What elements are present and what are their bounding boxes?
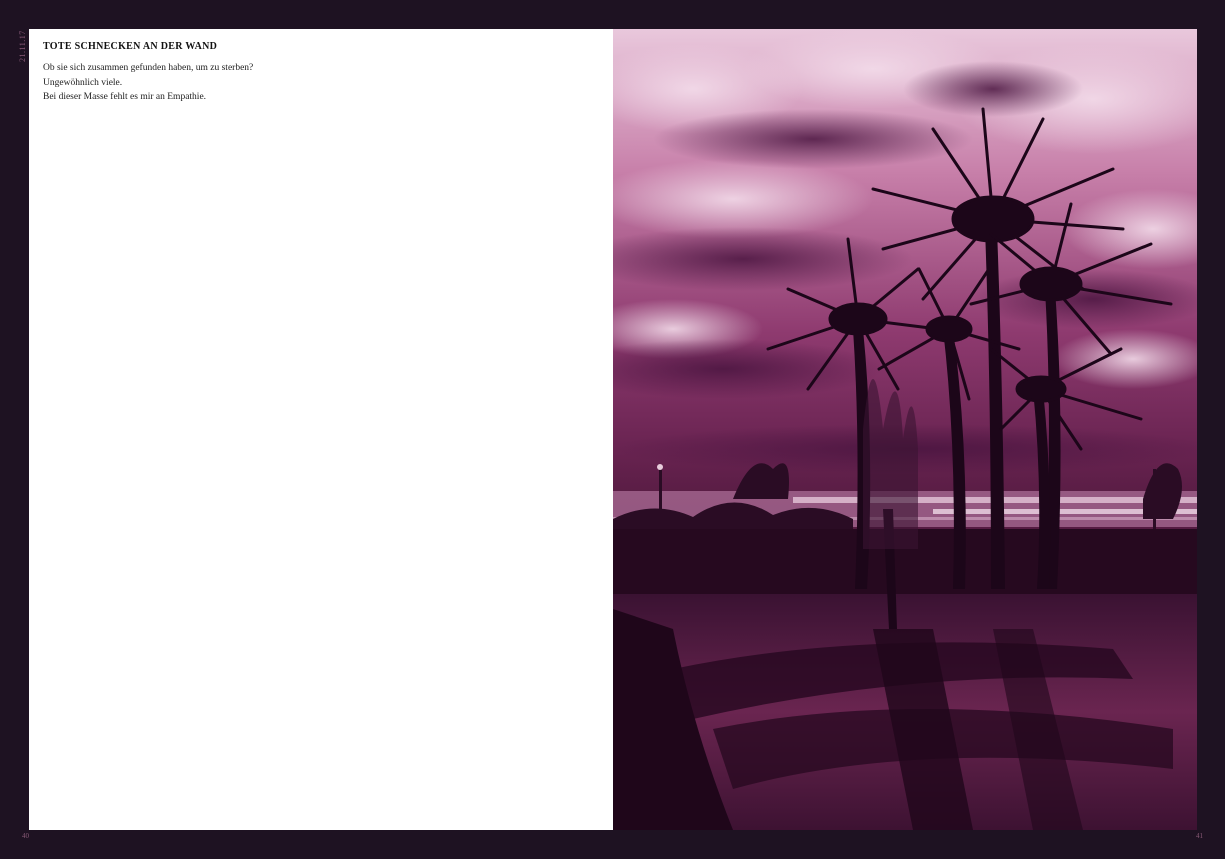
poem-body: Ob sie sich zusammen gefunden haben, um … [43, 61, 253, 105]
palm-silhouette-photo [613, 29, 1197, 830]
left-page: TOTE SCHNECKEN AN DER WAND Ob sie sich z… [29, 29, 613, 830]
poem-title: TOTE SCHNECKEN AN DER WAND [43, 41, 218, 52]
poem-line: Ungewöhnlich viele. [43, 77, 123, 88]
page-number-left: 40 [22, 832, 29, 840]
poem-line: Bei dieser Masse fehlt es mir an Empathi… [43, 92, 207, 102]
book-spread: TOTE SCHNECKEN AN DER WAND Ob sie sich z… [29, 29, 1197, 830]
date-label: 21.11.17 [18, 30, 27, 62]
page-number-right: 41 [1196, 832, 1203, 840]
poem-line: Ob sie sich zusammen gefunden haben, um … [43, 63, 254, 73]
right-page-photo [613, 29, 1197, 830]
